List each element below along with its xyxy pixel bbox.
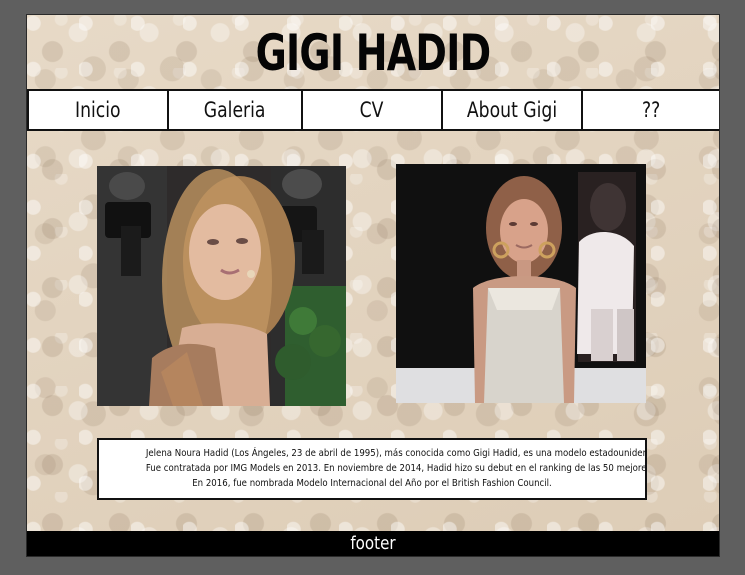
nav-about-gigi-label: About Gigi xyxy=(466,98,558,122)
page: GIGI HADID Inicio Galeria CV About Gigi … xyxy=(26,14,720,557)
nav-inicio[interactable]: Inicio xyxy=(29,91,169,129)
nav-question[interactable]: ?? xyxy=(583,91,719,129)
page-title: GIGI HADID xyxy=(255,24,491,82)
bio-line-2: Fue contratada por IMG Models en 2013. E… xyxy=(145,463,647,474)
footer: footer xyxy=(27,531,719,556)
footer-label: footer xyxy=(350,533,396,554)
nav-inicio-label: Inicio xyxy=(75,98,121,122)
bio-text-box: Jelena Noura Hadid (Los Ángeles, 23 de a… xyxy=(97,438,647,500)
gigi-portrait-image xyxy=(97,166,346,406)
nav-question-label: ?? xyxy=(641,98,661,122)
main-navigation: Inicio Galeria CV About Gigi ?? xyxy=(27,89,719,131)
nav-galeria-label: Galeria xyxy=(204,98,266,122)
bio-line-1: Jelena Noura Hadid (Los Ángeles, 23 de a… xyxy=(145,448,647,459)
nav-about-gigi[interactable]: About Gigi xyxy=(443,91,583,129)
gigi-runway-image xyxy=(396,164,646,403)
nav-galeria[interactable]: Galeria xyxy=(169,91,303,129)
nav-cv-label: CV xyxy=(360,98,384,122)
nav-cv[interactable]: CV xyxy=(303,91,443,129)
bio-line-3: En 2016, fue nombrada Modelo Internacion… xyxy=(192,478,552,489)
